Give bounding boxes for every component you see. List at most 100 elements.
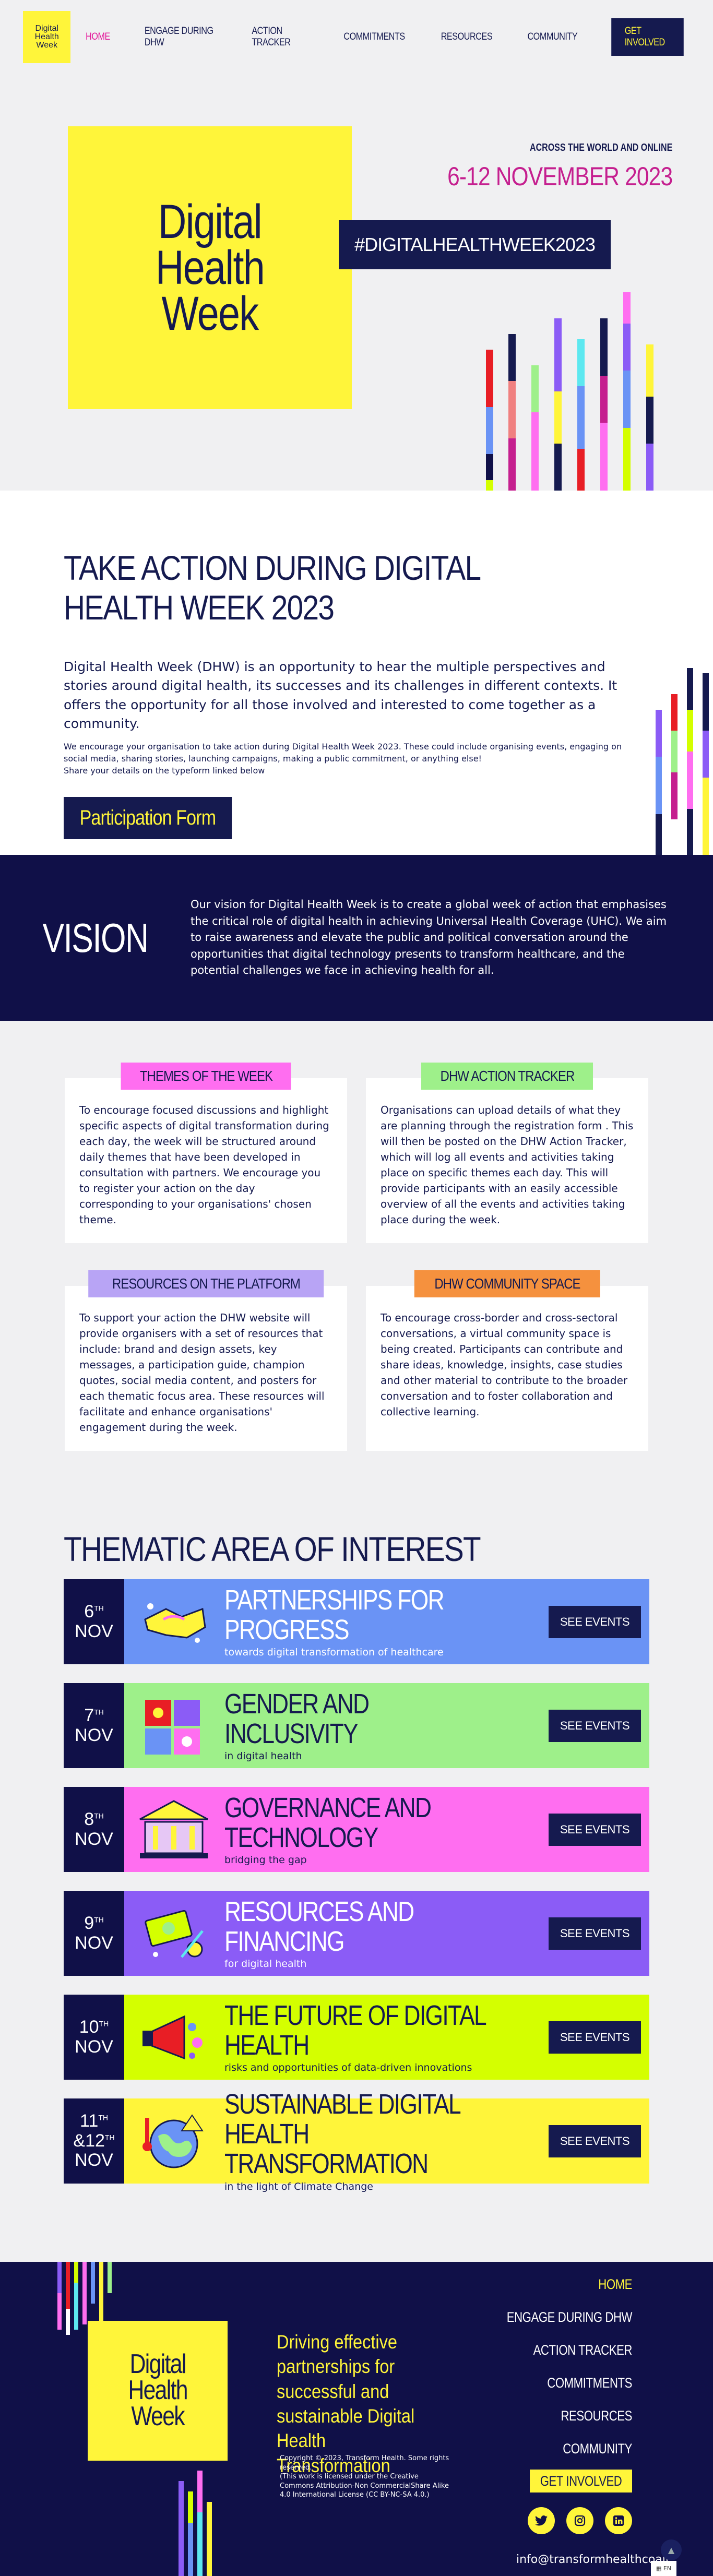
theme-day: 9TH: [84, 1913, 104, 1934]
scroll-top-icon[interactable]: ▲: [661, 2539, 682, 2560]
thematic-title: THEMATIC AREA OF INTEREST: [64, 1530, 481, 1568]
footer-nav-action-tracker[interactable]: ACTION TRACKER: [507, 2334, 633, 2367]
feature-text: To support your action the DHW website w…: [79, 1311, 325, 1434]
nav-item-action-tracker[interactable]: ACTION TRACKER: [241, 26, 318, 49]
theme-month: NOV: [75, 1829, 113, 1849]
footer-nav-commitments[interactable]: COMMITMENTS: [507, 2367, 632, 2400]
theme-date: 7TH NOV: [64, 1683, 124, 1768]
nav-item-engage[interactable]: ENGAGE DURING DHW: [134, 26, 226, 49]
theme-body: PARTNERSHIPS FOR PROGRESS towards digital…: [124, 1579, 649, 1664]
theme-day: 8TH: [84, 1809, 104, 1830]
site-footer: Digital Health Week Driving effective pa…: [0, 2262, 713, 2576]
theme-day: 11TH: [80, 2111, 108, 2131]
see-events-button[interactable]: SEE EVENTS: [548, 1709, 641, 1742]
nav-item-home[interactable]: HOME: [75, 31, 121, 43]
theme-text: PARTNERSHIPS FOR PROGRESS towards digital…: [224, 1585, 549, 1658]
thematic-section: THEMATIC AREA OF INTEREST 6TH NOV PARTNERS…: [0, 1477, 713, 2192]
theme-text: RESOURCES AND FINANCING for digital healt…: [224, 1897, 549, 1970]
feature-card-tracker: DHW ACTION TRACKER Organisations can upl…: [366, 1063, 648, 1243]
theme-subtitle: bridging the gap: [224, 1854, 307, 1866]
hero-subtitle: ACROSS THE WORLD AND ONLINE: [529, 142, 672, 153]
theme-title: GENDER AND INCLUSIVITY: [224, 1688, 370, 1749]
hero-info: ACROSS THE WORLD AND ONLINE 6-12 NOVEMBE…: [408, 142, 673, 192]
theme-month: NOV: [75, 2150, 113, 2170]
theme-row: 11TH &12TH NOV SUSTAINABLE DIGITAL HEALTH T…: [64, 2090, 649, 2192]
footer-logo-line: Week: [131, 2401, 185, 2431]
hero-hashtag: #DIGITALHEALTHWEEK2023: [339, 220, 611, 269]
footer-nav-engage[interactable]: ENGAGE DURING DHW: [507, 2301, 633, 2334]
hero-logo-line: Week: [161, 287, 259, 341]
theme-month: NOV: [75, 2036, 113, 2057]
theme-date: 9TH NOV: [64, 1891, 124, 1976]
see-events-button[interactable]: SEE EVENTS: [548, 2021, 641, 2054]
theme-title: RESOURCES AND FINANCING: [224, 1895, 414, 1957]
logo[interactable]: Digital Health Week: [23, 11, 71, 63]
theme-date: 6TH NOV: [64, 1579, 124, 1664]
theme-date: 11TH &12TH NOV: [64, 2098, 124, 2184]
license-text: (This work is licensed under the Creativ…: [280, 2473, 449, 2499]
thematic-list: 6TH NOV PARTNERSHIPS FOR PROGRESS towards d…: [64, 1579, 649, 2192]
theme-text: SUSTAINABLE DIGITAL HEALTH TRANSFORMATIO…: [224, 2090, 549, 2192]
hero-logo: Digital Health Week: [144, 195, 276, 341]
theme-month: NOV: [75, 1725, 113, 1745]
theme-day: 10TH: [79, 2017, 109, 2037]
feature-text: To encourage cross-border and cross-sect…: [381, 1311, 628, 1418]
linkedin-icon[interactable]: [605, 2507, 632, 2534]
hero-date: 6-12 NOVEMBER 2023: [447, 162, 673, 191]
logo-line: Health: [34, 32, 59, 41]
theme-month: NOV: [75, 1621, 113, 1641]
footer-nav-resources[interactable]: RESOURCES: [507, 2400, 632, 2432]
theme-day: 6TH: [84, 1602, 104, 1622]
building-icon: [135, 1796, 213, 1864]
see-events-button[interactable]: SEE EVENTS: [548, 1917, 641, 1950]
theme-day: 7TH: [84, 1706, 104, 1726]
theme-subtitle: risks and opportunities of data-driven i…: [224, 2062, 472, 2074]
theme-day2: &12TH: [73, 2130, 115, 2151]
theme-body: THE FUTURE OF DIGITAL HEALTH risks and op…: [124, 1995, 649, 2080]
feature-label: DHW COMMUNITY SPACE: [414, 1270, 600, 1297]
nav-item-community[interactable]: COMMUNITY: [516, 31, 588, 43]
hero-logo-line: Digital: [158, 195, 263, 248]
footer-email[interactable]: info@transformhealthcoali: [516, 2553, 669, 2566]
footer-logo-line: Digital: [129, 2349, 186, 2380]
theme-title: PARTNERSHIPS FOR PROGRESS: [224, 1584, 445, 1645]
feature-label: DHW ACTION TRACKER: [421, 1063, 593, 1090]
instagram-icon[interactable]: [566, 2507, 593, 2534]
puzzle-icon: [135, 1692, 213, 1760]
feature-card-community: DHW COMMUNITY SPACE To encourage cross-b…: [366, 1270, 648, 1451]
footer-nav-community[interactable]: COMMUNITY: [507, 2432, 632, 2465]
theme-text: GENDER AND INCLUSIVITY in digital health: [224, 1689, 549, 1762]
theme-row: 7TH NOV GENDER AND INCLUSIVITY in digital h…: [64, 1683, 649, 1768]
get-involved-button[interactable]: GET INVOLVED: [611, 18, 684, 56]
feature-text: Organisations can upload details of what…: [381, 1104, 634, 1226]
see-events-button[interactable]: SEE EVENTS: [548, 2125, 641, 2157]
language-selector[interactable]: ▦ EN: [650, 2561, 676, 2576]
vision-text: Our vision for Digital Health Week is to…: [191, 898, 667, 977]
take-action-title: TAKE ACTION DURING DIGITAL HEALTH WEEK 2…: [64, 548, 480, 627]
theme-subtitle: in digital health: [224, 1750, 302, 1762]
hero-logo-line: Health: [155, 241, 265, 294]
theme-text: GOVERNANCE AND TECHNOLOGY bridging the ga…: [224, 1793, 549, 1866]
social-links: [528, 2507, 632, 2534]
see-events-button[interactable]: SEE EVENTS: [548, 1605, 641, 1638]
features-grid: THEMES OF THE WEEK To encourage focused …: [0, 1021, 713, 1477]
footer-logo-line: Health: [128, 2375, 188, 2406]
hero: Digital Health Week ACROSS THE WORLD AND…: [0, 74, 713, 491]
nav-item-commitments[interactable]: COMMITMENTS: [332, 31, 416, 43]
theme-subtitle: for digital health: [224, 1958, 307, 1970]
theme-body: SUSTAINABLE DIGITAL HEALTH TRANSFORMATIO…: [124, 2090, 649, 2192]
see-events-button[interactable]: SEE EVENTS: [548, 1813, 641, 1846]
theme-subtitle: in the light of Climate Change: [224, 2180, 373, 2192]
participation-form-button[interactable]: Participation Form: [64, 796, 232, 839]
theme-title: SUSTAINABLE DIGITAL HEALTH TRANSFORMATIO…: [224, 2089, 460, 2179]
theme-body: GENDER AND INCLUSIVITY in digital health S…: [124, 1683, 649, 1768]
take-action-lead: Digital Health Week (DHW) is an opportun…: [64, 659, 617, 731]
vision-title: VISION: [42, 914, 149, 961]
footer-nav-home[interactable]: HOME: [507, 2268, 632, 2301]
footer-logo[interactable]: Digital Health Week: [88, 2321, 228, 2461]
megaphone-icon: [135, 2003, 213, 2071]
twitter-icon[interactable]: [528, 2507, 555, 2534]
nav-item-resources[interactable]: RESOURCES: [430, 31, 503, 43]
theme-body: RESOURCES AND FINANCING for digital healt…: [124, 1891, 649, 1976]
footer-get-involved-button[interactable]: GET INVOLVED: [529, 2470, 632, 2492]
